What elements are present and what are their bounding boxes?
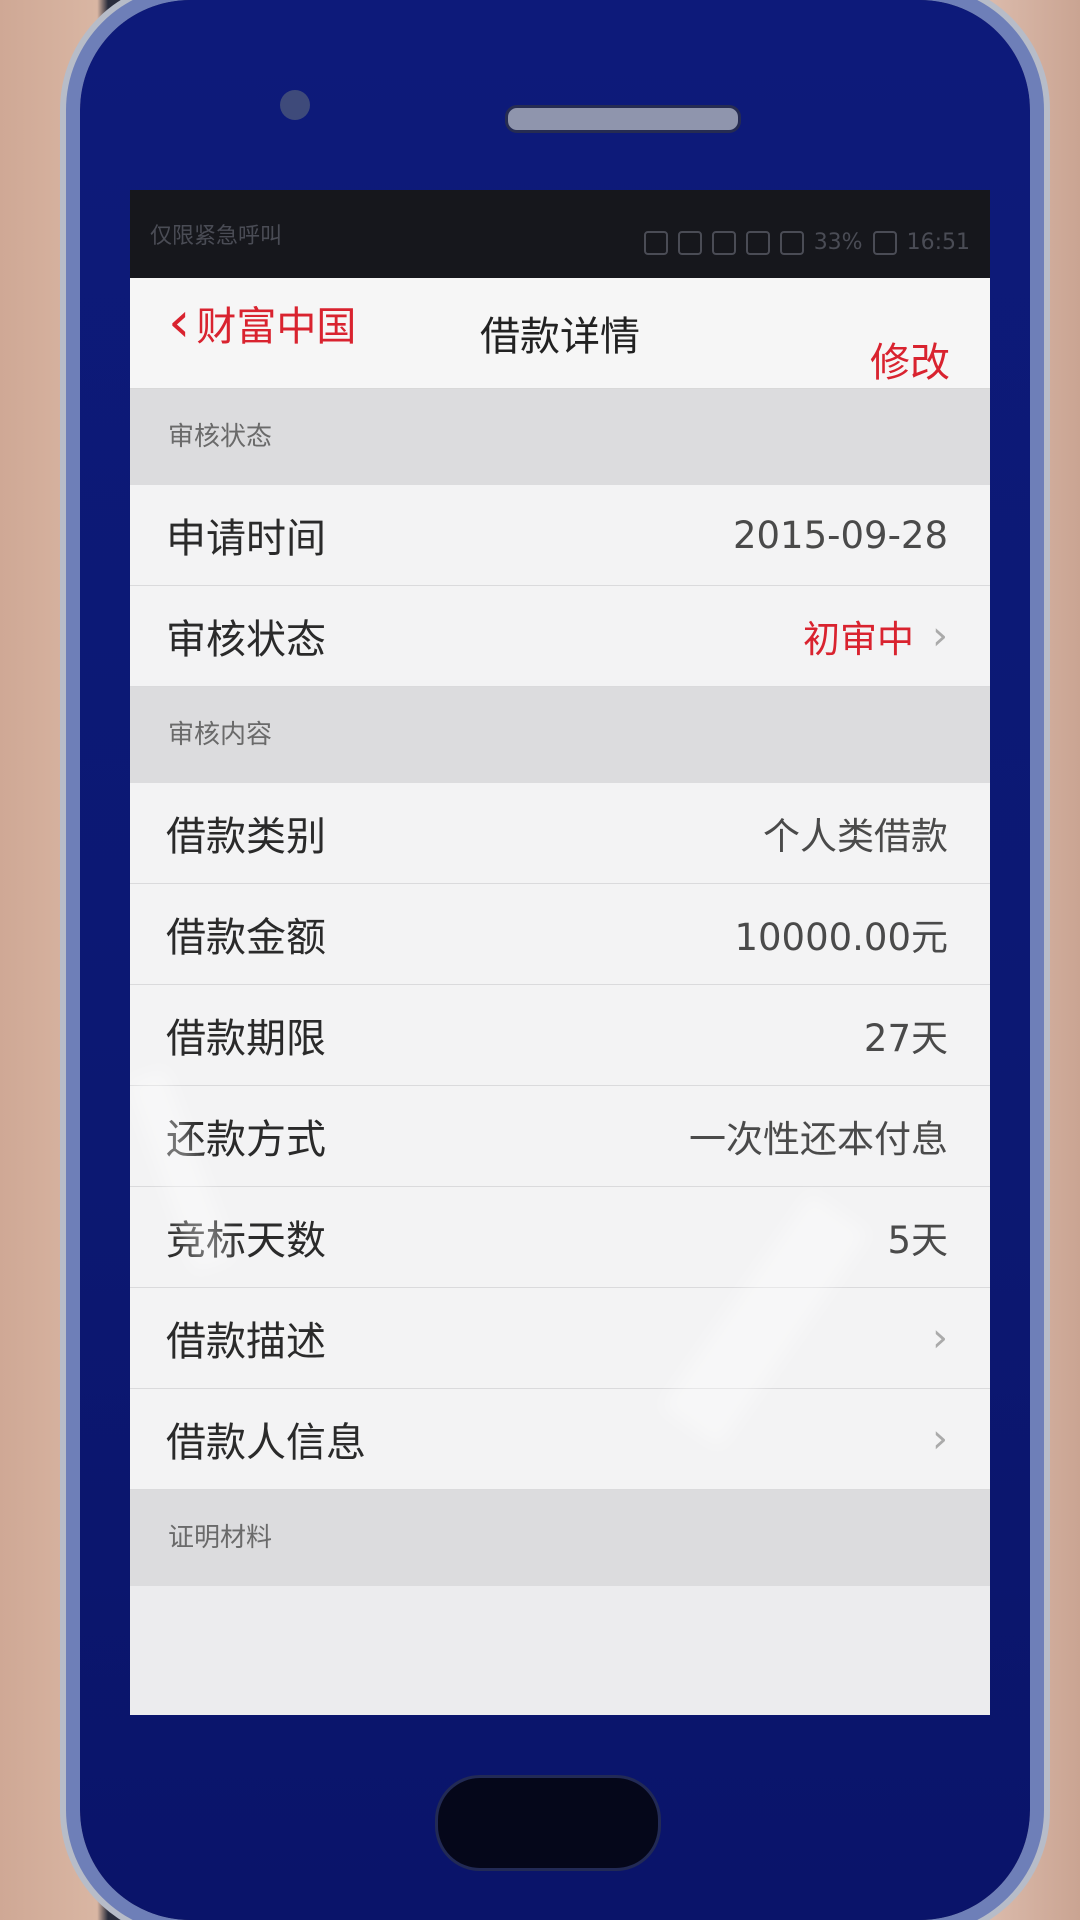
chevron-right-icon: › bbox=[932, 1416, 948, 1462]
earpiece-speaker bbox=[505, 105, 741, 133]
row-apply-time: 申请时间 2015-09-28 bbox=[130, 485, 990, 586]
row-label: 借款期限 bbox=[166, 1016, 326, 1062]
row-value: 10000.00元 bbox=[734, 916, 948, 959]
phone-body: 仅限紧急呼叫 33% 16:51 ‹ 财富中国 借款详情 修改 审核状态 申请时… bbox=[80, 0, 1030, 1920]
photo-scene: 仅限紧急呼叫 33% 16:51 ‹ 财富中国 借款详情 修改 审核状态 申请时… bbox=[0, 0, 1080, 1920]
battery-percent: 33% bbox=[813, 230, 863, 255]
sim-icon bbox=[779, 230, 804, 255]
section-header-proof: 证明材料 bbox=[130, 1490, 990, 1586]
row-label: 竞标天数 bbox=[166, 1218, 326, 1264]
front-camera bbox=[280, 90, 310, 120]
row-value: 27天 bbox=[863, 1017, 948, 1060]
battery-icon bbox=[872, 230, 897, 255]
edit-button[interactable]: 修改 bbox=[870, 330, 950, 388]
alarm-icon bbox=[677, 230, 702, 255]
row-label: 借款类别 bbox=[166, 814, 326, 860]
carrier-text: 仅限紧急呼叫 bbox=[150, 224, 283, 249]
home-button[interactable] bbox=[435, 1775, 661, 1871]
wifi-icon bbox=[745, 230, 770, 255]
row-value: 2015-09-28 bbox=[733, 514, 948, 557]
row-label: 还款方式 bbox=[166, 1117, 326, 1163]
row-review-status[interactable]: 审核状态 初审中 › bbox=[130, 586, 990, 687]
row-loan-term: 借款期限 27天 bbox=[130, 985, 990, 1086]
status-bar: 仅限紧急呼叫 33% 16:51 bbox=[130, 190, 990, 278]
row-value: 个人类借款 bbox=[763, 815, 948, 858]
chevron-right-icon: › bbox=[932, 1315, 948, 1361]
chevron-right-icon: › bbox=[932, 613, 948, 659]
phone-screen: 仅限紧急呼叫 33% 16:51 ‹ 财富中国 借款详情 修改 审核状态 申请时… bbox=[130, 190, 990, 1715]
row-label: 借款人信息 bbox=[166, 1420, 366, 1466]
row-bidding-days: 竞标天数 5天 bbox=[130, 1187, 990, 1288]
page-title: 借款详情 bbox=[480, 314, 640, 360]
row-borrower-info[interactable]: 借款人信息 › bbox=[130, 1389, 990, 1490]
row-loan-description[interactable]: 借款描述 › bbox=[130, 1288, 990, 1389]
review-status-value: 初审中 bbox=[803, 618, 914, 661]
proof-content-area bbox=[130, 1586, 990, 1715]
section-header-review-status: 审核状态 bbox=[130, 389, 990, 485]
row-value: 初审中 › bbox=[803, 609, 948, 663]
row-label: 审核状态 bbox=[166, 617, 326, 663]
apply-time-value: 2015-09-28 bbox=[732, 513, 948, 557]
row-repayment-method: 还款方式 一次性还本付息 bbox=[130, 1086, 990, 1187]
row-loan-type: 借款类别 个人类借款 bbox=[130, 783, 990, 884]
row-value: 5天 bbox=[887, 1219, 948, 1262]
row-value: 一次性还本付息 bbox=[689, 1118, 948, 1161]
row-loan-amount: 借款金额 10000.00元 bbox=[130, 884, 990, 985]
row-label: 借款金额 bbox=[166, 915, 326, 961]
navigation-bar: ‹ 财富中国 借款详情 修改 bbox=[130, 278, 990, 389]
clock: 16:51 bbox=[906, 230, 970, 255]
section-header-review-content: 审核内容 bbox=[130, 687, 990, 783]
row-value: › bbox=[914, 1315, 948, 1361]
row-label: 借款描述 bbox=[166, 1319, 326, 1365]
eye-icon bbox=[711, 230, 736, 255]
vibrate-icon bbox=[643, 230, 668, 255]
row-value: › bbox=[914, 1416, 948, 1462]
row-label: 申请时间 bbox=[166, 516, 326, 562]
status-icons: 33% 16:51 bbox=[643, 230, 970, 255]
